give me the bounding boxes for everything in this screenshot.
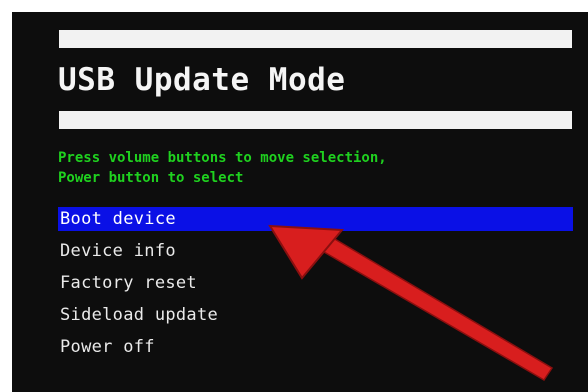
instruction-line-2: Power button to select [58,170,244,186]
header-bar-top [59,30,572,48]
menu-item-factory-reset[interactable]: Factory reset [58,271,573,295]
menu-item-boot-device[interactable]: Boot device [58,207,573,231]
screen-title: USB Update Mode [58,62,346,98]
header-bar-bottom [59,111,572,129]
menu-item-device-info[interactable]: Device info [58,239,573,263]
menu-item-power-off[interactable]: Power off [58,335,573,359]
instruction-line-1: Press volume buttons to move selection, [58,150,387,166]
bootloader-screen: USB Update Mode Press volume buttons to … [12,12,588,392]
menu-item-sideload-update[interactable]: Sideload update [58,303,573,327]
